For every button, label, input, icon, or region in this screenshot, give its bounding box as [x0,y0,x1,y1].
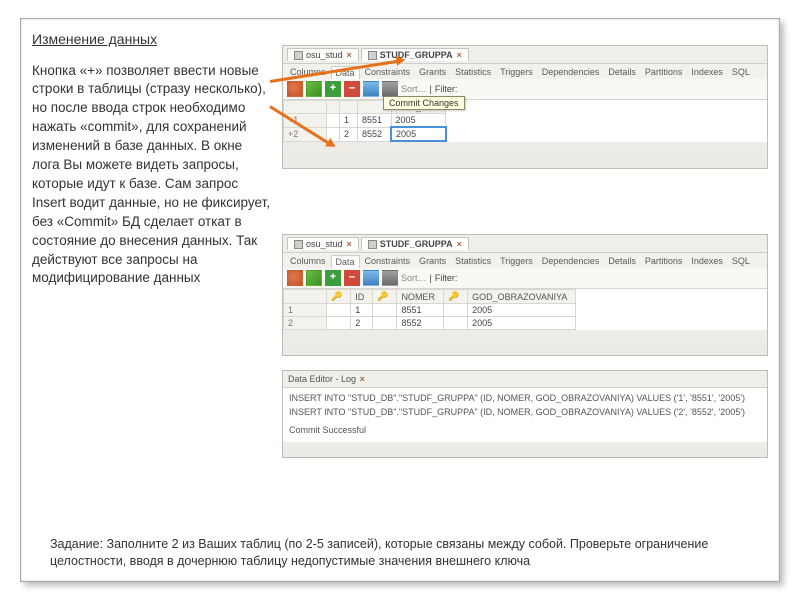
table-row: +1185512005 [284,114,446,128]
data-editor-log-panel: Data Editor - Log × INSERT INTO "STUD_DB… [282,370,768,458]
data-toolbar: Sort… | Filter: [283,268,767,289]
explanation-text: Изменение данных Кнопка «+» позволяет вв… [32,30,272,288]
insert-row-button[interactable] [325,270,341,286]
file-tab-osu-stud[interactable]: osu_stud× [287,237,359,250]
table-icon [368,240,377,249]
data-grid-editing[interactable]: GOD_O… +1185512005 +2285522005 [283,100,767,142]
data-grid-committed[interactable]: 🔑ID🔑NOMER🔑GOD_OBRAZOVANIYA 1185512005 22… [283,289,767,330]
pin-button[interactable] [287,81,303,97]
table-icon [368,51,377,60]
table-icon [294,240,303,249]
commit-tooltip: Commit Changes [383,96,465,110]
file-tab-osu-stud[interactable]: osu_stud× [287,48,359,61]
editing-cell[interactable]: 2005 [391,127,446,141]
close-icon[interactable]: × [457,239,462,249]
table-row: 1185512005 [284,304,576,317]
close-icon[interactable]: × [347,239,352,249]
sql-editor-panel-editing: osu_stud× STUDF_GRUPPA× Columns Data Con… [282,45,768,169]
pin-button[interactable] [287,270,303,286]
sort-link[interactable]: Sort… [401,273,427,283]
assignment-text: Задание: Заполните 2 из Ваших таблиц (по… [50,536,750,570]
log-body: INSERT INTO "STUD_DB"."STUDF_GRUPPA" (ID… [283,388,767,442]
table-icon [294,51,303,60]
insert-row-button[interactable] [325,81,341,97]
commit-button[interactable] [363,81,379,97]
delete-row-button[interactable] [344,81,360,97]
file-tab-bar: osu_stud× STUDF_GRUPPA× [283,46,767,64]
file-tab-bar: osu_stud× STUDF_GRUPPA× [283,235,767,253]
close-icon[interactable]: × [347,50,352,60]
data-toolbar: Sort… | Filter: Commit Changes [283,79,767,100]
slide-body: Кнопка «+» позволяет ввести новые строки… [32,62,272,289]
table-row: 2285522005 [284,317,576,330]
commit-button[interactable] [363,270,379,286]
sql-editor-panel-committed: osu_stud× STUDF_GRUPPA× Columns Data Con… [282,234,768,356]
refresh-button[interactable] [306,81,322,97]
close-icon[interactable]: × [457,50,462,60]
filter-label: Filter: [435,84,458,94]
filter-label: Filter: [435,273,458,283]
rollback-button[interactable] [382,270,398,286]
refresh-button[interactable] [306,270,322,286]
rollback-button[interactable] [382,81,398,97]
slide-title: Изменение данных [32,30,272,50]
sort-link[interactable]: Sort… [401,84,427,94]
log-title: Data Editor - Log [288,374,356,384]
delete-row-button[interactable] [344,270,360,286]
file-tab-studf-gruppa[interactable]: STUDF_GRUPPA× [361,48,469,61]
close-icon[interactable]: × [360,374,365,384]
file-tab-studf-gruppa[interactable]: STUDF_GRUPPA× [361,237,469,250]
object-subtabs: Columns Data Constraints Grants Statisti… [283,253,767,268]
